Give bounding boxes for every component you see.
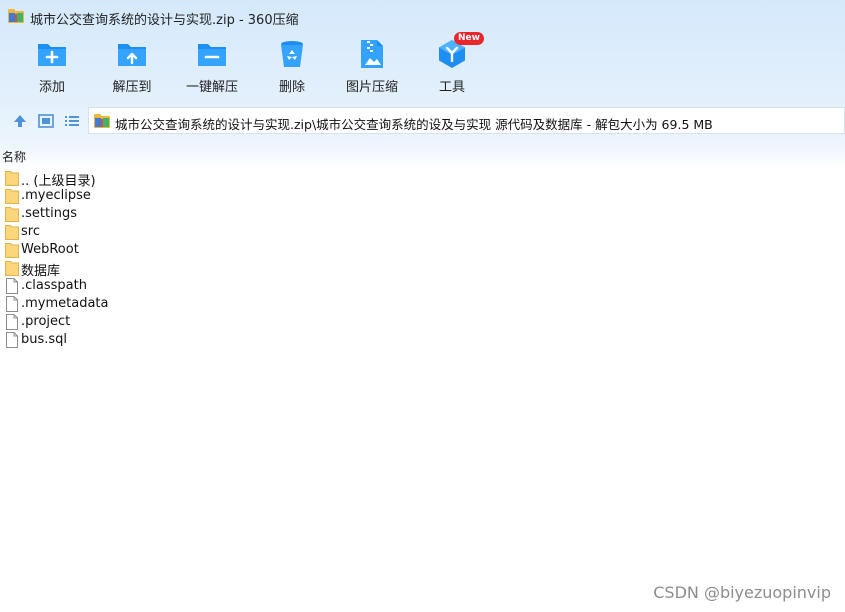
delete-button[interactable]: 删除 xyxy=(252,38,332,95)
tools-button[interactable]: New 工具 xyxy=(412,32,492,95)
one-click-extract-icon xyxy=(196,38,228,70)
list-item-settings[interactable]: .settings xyxy=(5,205,505,223)
list-item-webroot[interactable]: WebRoot xyxy=(5,241,505,259)
tools-icon: New xyxy=(436,32,484,70)
list-item-name: .project xyxy=(21,314,71,329)
file-icon xyxy=(6,296,18,312)
list-item-src[interactable]: src xyxy=(5,223,505,241)
list-item-bus-sql[interactable]: bus.sql xyxy=(5,331,505,349)
add-button[interactable]: 添加 xyxy=(12,38,92,95)
folder-icon xyxy=(5,189,19,204)
new-badge: New xyxy=(454,32,484,45)
list-item-project[interactable]: .project xyxy=(5,313,505,331)
add-button-label: 添加 xyxy=(38,80,65,95)
list-item-name: .mymetadata xyxy=(21,296,109,311)
list-view-icon[interactable] xyxy=(63,112,81,130)
file-icon xyxy=(6,332,18,348)
up-arrow-icon[interactable] xyxy=(11,112,29,130)
folder-icon xyxy=(5,261,19,276)
file-list: .. (上级目录) .myeclipse .settings src WebRo… xyxy=(5,169,505,349)
list-item-mymetadata[interactable]: .mymetadata xyxy=(5,295,505,313)
list-item-database[interactable]: 数据库 xyxy=(5,259,505,279)
file-icon xyxy=(6,278,18,294)
image-compress-icon xyxy=(356,38,388,70)
list-item-parent-directory[interactable]: .. (上级目录) xyxy=(5,169,505,189)
delete-button-label: 删除 xyxy=(278,80,305,95)
column-header-name[interactable]: 名称 xyxy=(2,148,26,165)
list-item-name: .settings xyxy=(21,206,77,221)
list-item-name: bus.sql xyxy=(21,332,68,347)
current-path: 城市公交查询系统的设计与实现.zip\城市公交查询系统的设及与实现 源代码及数据… xyxy=(115,117,713,132)
toolbar: 添加 解压到 一键解压 删除 图片压缩 New 工具 xyxy=(0,32,845,100)
archive-app-icon xyxy=(8,9,24,23)
one-click-extract-button-label: 一键解压 xyxy=(185,80,238,95)
image-compress-button-label: 图片压缩 xyxy=(345,80,398,95)
address-bar[interactable]: 城市公交查询系统的设计与实现.zip\城市公交查询系统的设及与实现 源代码及数据… xyxy=(88,107,845,134)
list-item-name: .classpath xyxy=(21,278,87,293)
recycle-bin-icon xyxy=(276,38,308,70)
folder-icon xyxy=(5,171,19,186)
watermark: CSDN @biyezuopinvip xyxy=(653,583,831,602)
list-item-name: .myeclipse xyxy=(21,188,91,203)
one-click-extract-button[interactable]: 一键解压 xyxy=(172,38,252,95)
archive-icon xyxy=(94,114,110,128)
folder-icon xyxy=(5,207,19,222)
folder-icon xyxy=(5,225,19,240)
folder-icon xyxy=(5,243,19,258)
list-item-name: WebRoot xyxy=(21,242,79,257)
image-compress-button[interactable]: 图片压缩 xyxy=(332,38,412,95)
thumbnail-view-icon[interactable] xyxy=(37,112,55,130)
file-icon xyxy=(6,314,18,330)
list-item-classpath[interactable]: .classpath xyxy=(5,277,505,295)
list-item-myeclipse[interactable]: .myeclipse xyxy=(5,187,505,205)
window-title: 城市公交查询系统的设计与实现.zip - 360压缩 xyxy=(30,13,299,28)
extract-to-button-label: 解压到 xyxy=(112,80,152,95)
tools-button-label: 工具 xyxy=(438,80,465,95)
extract-to-button[interactable]: 解压到 xyxy=(92,38,172,95)
list-item-name: src xyxy=(21,224,40,239)
add-folder-icon xyxy=(36,38,68,70)
extract-to-icon xyxy=(116,38,148,70)
navigation-bar: 城市公交查询系统的设计与实现.zip\城市公交查询系统的设及与实现 源代码及数据… xyxy=(0,106,845,136)
title-bar: 城市公交查询系统的设计与实现.zip - 360压缩 xyxy=(0,0,845,34)
